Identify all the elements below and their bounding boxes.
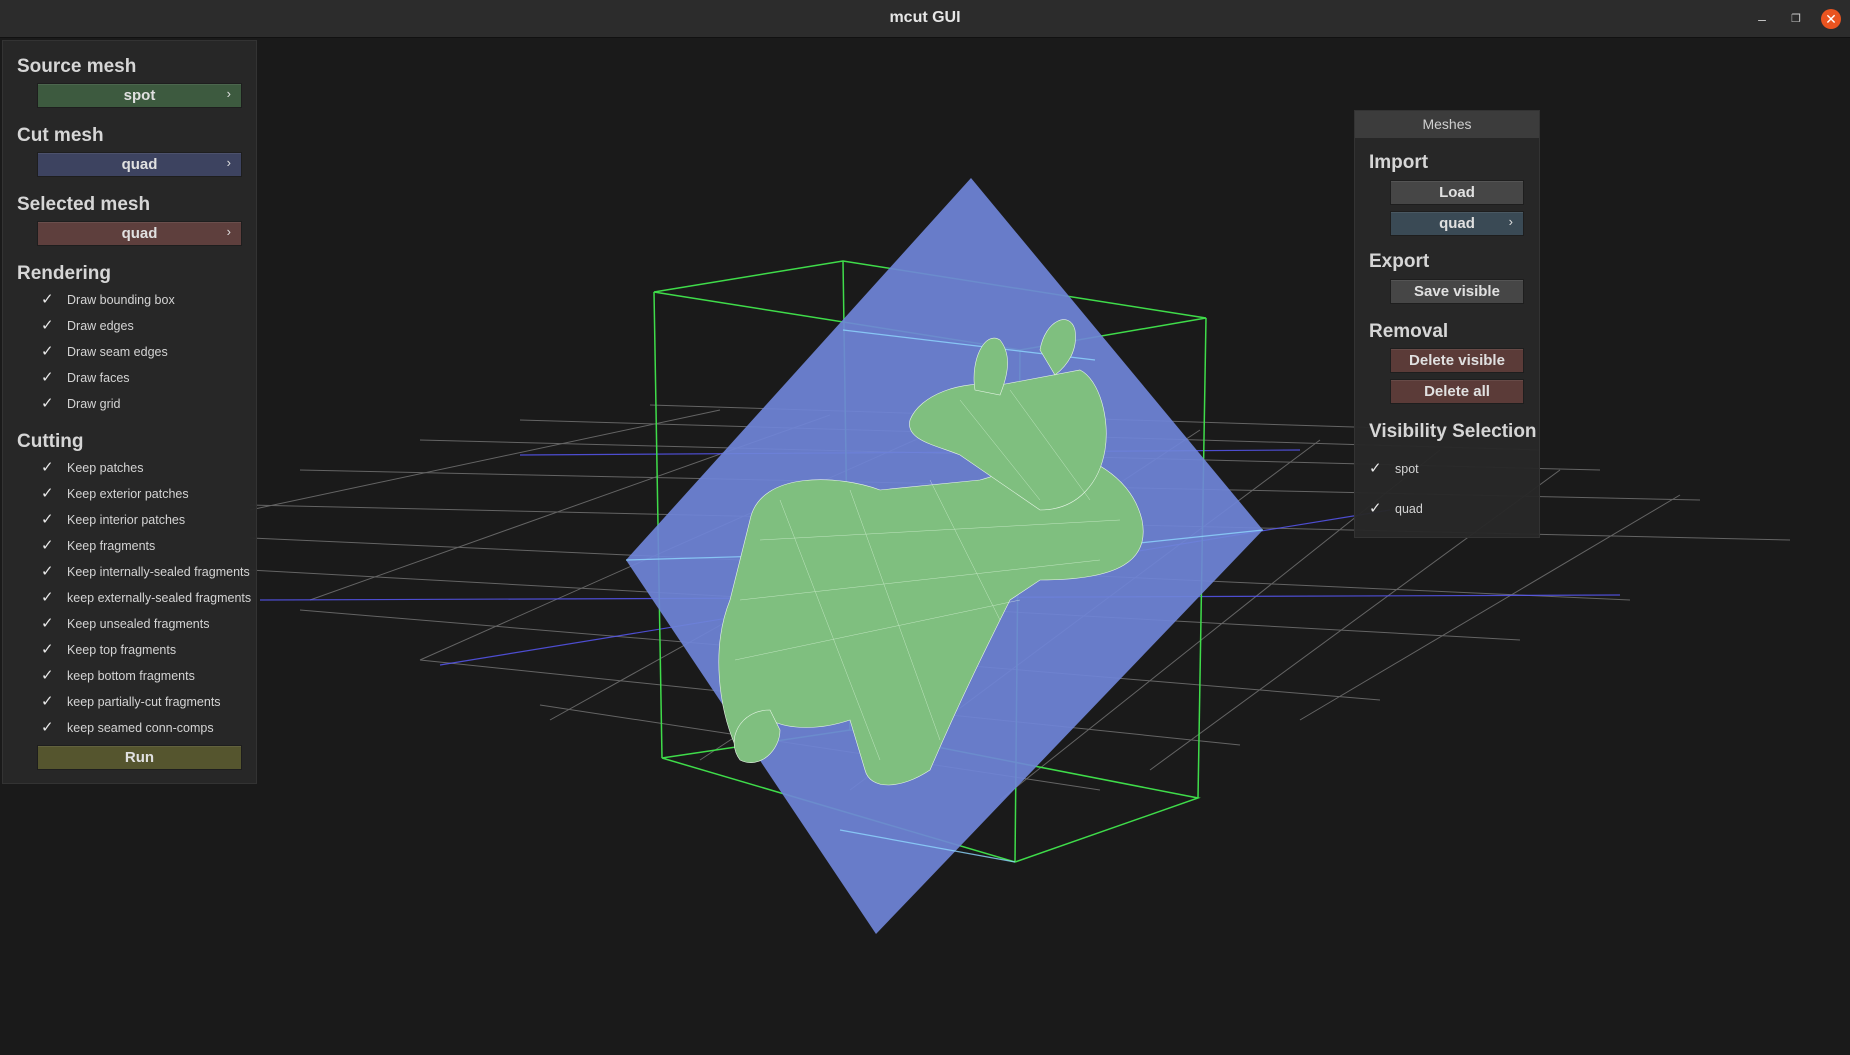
close-icon[interactable]: ✕ (1821, 9, 1841, 29)
3d-viewport[interactable] (0, 38, 1850, 1055)
checkbox-check-icon[interactable]: ✓ (1369, 460, 1387, 478)
meshes-panel: Meshes Import Load quad › Export Save vi… (1354, 110, 1540, 538)
checkbox-check-icon[interactable]: ✓ (41, 485, 59, 503)
checkbox-label: keep partially-cut fragments (67, 695, 221, 709)
import-mesh-value: quad (1439, 215, 1475, 232)
removal-title: Removal (1369, 321, 1449, 342)
export-title: Export (1369, 251, 1430, 272)
checkbox-check-icon[interactable]: ✓ (41, 537, 59, 555)
import-mesh-select[interactable]: quad › (1390, 211, 1524, 236)
checkbox-label: Draw faces (67, 371, 130, 385)
checkbox-check-icon[interactable]: ✓ (1369, 500, 1387, 518)
meshes-panel-header[interactable]: Meshes (1355, 111, 1539, 138)
run-button[interactable]: Run (37, 745, 242, 770)
control-panel: Source mesh spot › Cut mesh quad › Selec… (2, 40, 257, 784)
cut-mesh-select[interactable]: quad › (37, 152, 242, 177)
cut-mesh-value: quad (121, 156, 158, 173)
visibility-title: Visibility Selection (1369, 421, 1537, 442)
checkbox-label: Keep patches (67, 461, 144, 475)
chevron-right-icon: › (226, 224, 231, 239)
maximize-icon[interactable]: ❐ (1786, 9, 1806, 29)
checkbox-check-icon[interactable]: ✓ (41, 667, 59, 685)
minimize-icon[interactable]: – (1752, 9, 1772, 29)
checkbox-check-icon[interactable]: ✓ (41, 395, 59, 413)
chevron-right-icon: › (226, 86, 231, 101)
cut-mesh-title: Cut mesh (17, 125, 104, 146)
checkbox-check-icon[interactable]: ✓ (41, 563, 59, 581)
checkbox-check-icon[interactable]: ✓ (41, 369, 59, 387)
selected-mesh-select[interactable]: quad › (37, 221, 242, 246)
selected-mesh-title: Selected mesh (17, 194, 151, 215)
delete-visible-button[interactable]: Delete visible (1390, 348, 1524, 373)
checkbox-check-icon[interactable]: ✓ (41, 459, 59, 477)
checkbox-label: spot (1395, 462, 1419, 476)
source-mesh-select[interactable]: spot › (37, 83, 242, 108)
source-mesh-value: spot (123, 87, 156, 104)
checkbox-label: Draw grid (67, 397, 121, 411)
checkbox-label: Keep top fragments (67, 643, 177, 657)
checkbox-label: Keep exterior patches (67, 487, 189, 501)
checkbox-check-icon[interactable]: ✓ (41, 317, 59, 335)
source-mesh-title: Source mesh (17, 56, 137, 77)
checkbox-label: Keep interior patches (67, 513, 186, 527)
checkbox-check-icon[interactable]: ✓ (41, 511, 59, 529)
checkbox-label: Keep unsealed fragments (67, 617, 210, 631)
scene-canvas[interactable] (0, 38, 1850, 1055)
checkbox-label: Keep fragments (67, 539, 156, 553)
window-titlebar: mcut GUI – ❐ ✕ (0, 0, 1850, 38)
rendering-title: Rendering (17, 263, 111, 284)
window-title: mcut GUI (889, 9, 961, 26)
checkbox-check-icon[interactable]: ✓ (41, 343, 59, 361)
checkbox-label: keep seamed conn-comps (67, 721, 214, 735)
load-button[interactable]: Load (1390, 180, 1524, 205)
checkbox-check-icon[interactable]: ✓ (41, 291, 59, 309)
checkbox-check-icon[interactable]: ✓ (41, 615, 59, 633)
cutting-title: Cutting (17, 431, 84, 452)
checkbox-check-icon[interactable]: ✓ (41, 693, 59, 711)
save-visible-button[interactable]: Save visible (1390, 279, 1524, 304)
selected-mesh-value: quad (121, 225, 158, 242)
delete-all-button[interactable]: Delete all (1390, 379, 1524, 404)
checkbox-label: Draw edges (67, 319, 134, 333)
checkbox-check-icon[interactable]: ✓ (41, 719, 59, 737)
checkbox-label: Keep internally-sealed fragments (67, 565, 250, 579)
checkbox-label: keep bottom fragments (67, 669, 195, 683)
checkbox-check-icon[interactable]: ✓ (41, 641, 59, 659)
checkbox-label: keep externally-sealed fragments (67, 591, 252, 605)
chevron-right-icon: › (226, 155, 231, 170)
checkbox-label: Draw seam edges (67, 345, 168, 359)
import-title: Import (1369, 152, 1429, 173)
checkbox-label: quad (1395, 502, 1423, 516)
checkbox-check-icon[interactable]: ✓ (41, 589, 59, 607)
chevron-right-icon: › (1508, 214, 1513, 229)
checkbox-label: Draw bounding box (67, 293, 175, 307)
